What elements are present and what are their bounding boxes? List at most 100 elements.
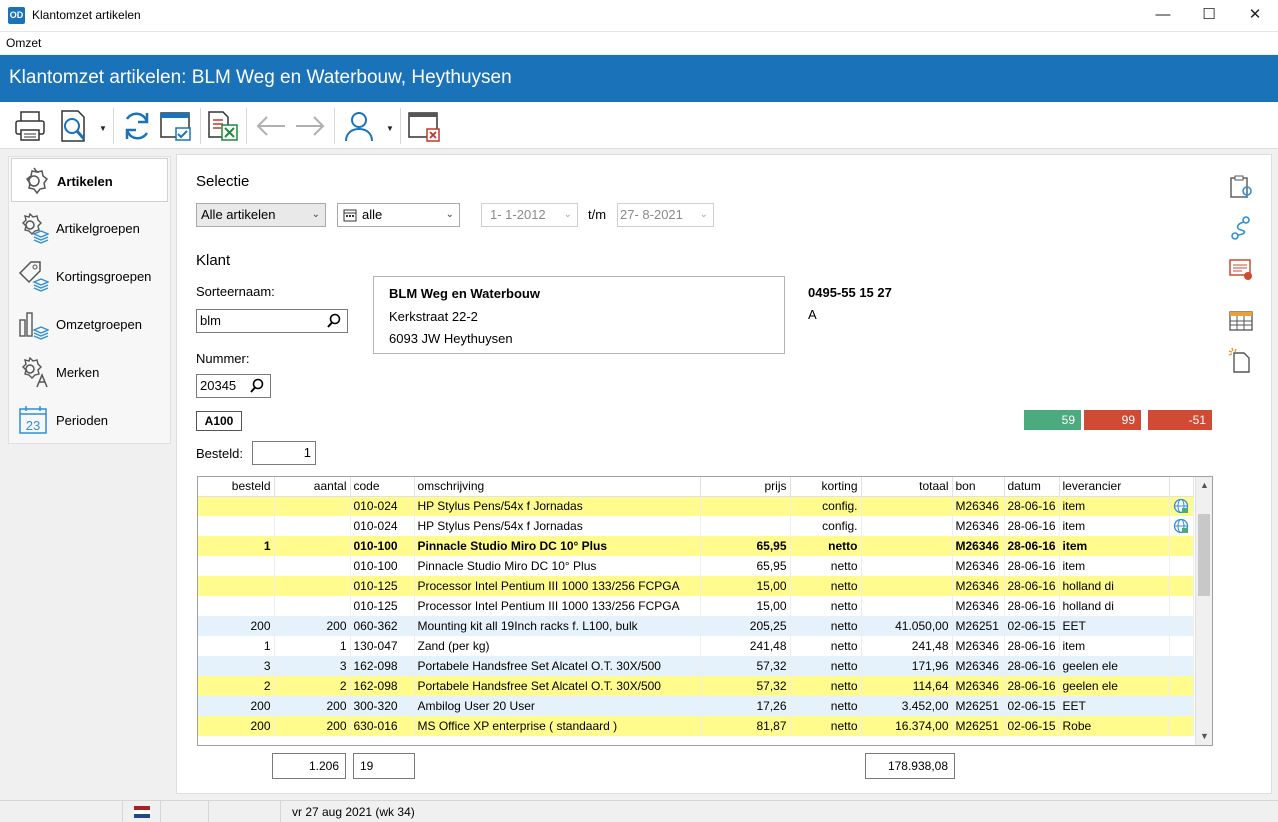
table-row[interactable]: 200 200 060-362 Mounting kit all 19Inch rac…	[198, 616, 1194, 636]
toolbar-separator	[334, 108, 335, 144]
date-to-field[interactable]: 27- 8-2021 ⌄	[617, 203, 714, 227]
customer-tag: A100	[196, 411, 242, 431]
scroll-down-icon[interactable]: ▼	[1200, 731, 1209, 741]
table-row[interactable]: 010-024 HP Stylus Pens/54x f Jornadas conf…	[198, 496, 1194, 516]
table-row[interactable]: 3 3 162-098 Portabele Handsfree Set Alcatel…	[198, 656, 1194, 676]
search-icon[interactable]	[250, 378, 264, 394]
cell-code: 010-100	[350, 536, 415, 556]
cell-aantal: 1	[274, 636, 351, 656]
cell-prijs: 205,25	[700, 616, 791, 636]
table-row[interactable]: 2 2 162-098 Portabele Handsfree Set Alcatel…	[198, 676, 1194, 696]
cell-prijs: 65,95	[700, 536, 791, 556]
menu-omzet[interactable]: Omzet	[6, 36, 41, 50]
cell-leverancier: item	[1059, 556, 1170, 576]
besteld-input[interactable]: 1	[252, 441, 316, 465]
print-button[interactable]	[12, 108, 48, 144]
col-header-code[interactable]: code	[350, 477, 415, 497]
table-row[interactable]: 010-125 Processor Intel Pentium III 1000 …	[198, 596, 1194, 616]
message-icon[interactable]	[1228, 256, 1254, 282]
close-button[interactable]: ✕	[1232, 0, 1278, 32]
chevron-down-icon: ⌄	[445, 209, 454, 220]
search-icon[interactable]	[327, 313, 341, 329]
cell-leverancier: EET	[1059, 616, 1170, 636]
table-row[interactable]: 1 1 130-047 Zand (per kg) 241,48 netto 241,48 M…	[198, 636, 1194, 656]
cell-extra	[1169, 616, 1194, 636]
cell-code: 010-100	[350, 556, 415, 576]
cell-leverancier: holland di	[1059, 596, 1170, 616]
close-window-button[interactable]	[406, 108, 442, 144]
cell-totaal	[861, 556, 953, 576]
customer-button[interactable]	[341, 108, 377, 144]
table-row[interactable]: 1 010-100 Pinnacle Studio Miro DC 10° Plus…	[198, 536, 1194, 556]
table-scrollbar[interactable]: ▲ ▼	[1195, 477, 1212, 745]
globe-icon[interactable]	[1173, 498, 1189, 514]
print-preview-button[interactable]	[56, 108, 92, 144]
cell-besteld: 200	[198, 616, 275, 636]
clipboard-location-icon[interactable]	[1228, 174, 1254, 200]
table-row[interactable]: 010-100 Pinnacle Studio Miro DC 10° Plus 6…	[198, 556, 1194, 576]
col-header-korting[interactable]: korting	[790, 477, 862, 497]
col-header-leverancier[interactable]: leverancier	[1059, 477, 1170, 497]
sidebar-item-perioden[interactable]: 23 Perioden	[11, 398, 168, 442]
klant-heading: Klant	[196, 252, 231, 269]
spreadsheet-icon[interactable]	[1228, 308, 1254, 334]
window-check-icon	[160, 112, 191, 141]
refresh-button[interactable]	[119, 108, 155, 144]
globe-icon[interactable]	[1173, 518, 1189, 534]
customer-street: Kerkstraat 22-2	[389, 309, 478, 324]
cell-korting: netto	[790, 696, 862, 716]
cell-extra	[1169, 676, 1194, 696]
scroll-up-icon[interactable]: ▲	[1200, 480, 1209, 490]
cell-totaal	[861, 516, 953, 536]
cell-totaal	[861, 536, 953, 556]
status-date: vr 27 aug 2021 (wk 34)	[292, 805, 415, 819]
cell-korting: netto	[790, 536, 862, 556]
customer-phone: 0495-55 15 27	[808, 285, 892, 300]
route-icon[interactable]	[1228, 215, 1254, 241]
total-aantal: 1.206	[272, 753, 346, 779]
maximize-button[interactable]: ☐	[1186, 0, 1232, 32]
previous-button[interactable]	[253, 108, 289, 144]
select-window-button[interactable]	[158, 108, 194, 144]
col-header-besteld[interactable]: besteld	[198, 477, 275, 497]
cell-bon: M26346	[952, 516, 1005, 536]
chevron-down-icon[interactable]: ▼	[386, 124, 394, 133]
table-row[interactable]: 200 200 300-320 Ambilog User 20 User 17,26 ne…	[198, 696, 1194, 716]
scrollbar-thumb[interactable]	[1198, 514, 1210, 596]
cell-omschrijving: Portabele Handsfree Set Alcatel O.T. 30X…	[414, 676, 701, 696]
next-button[interactable]	[292, 108, 328, 144]
sidebar-item-omzetgroepen[interactable]: Omzetgroepen	[11, 302, 168, 346]
chevron-down-icon[interactable]: ▼	[99, 124, 107, 133]
cell-datum: 28-06-16	[1004, 496, 1060, 516]
sidebar-item-artikelen[interactable]: Artikelen	[11, 158, 168, 202]
table-row[interactable]: 010-125 Processor Intel Pentium III 1000 …	[198, 576, 1194, 596]
table-row[interactable]: 010-024 HP Stylus Pens/54x f Jornadas conf…	[198, 516, 1194, 536]
col-header-totaal[interactable]: totaal	[861, 477, 953, 497]
cell-bon: M26346	[952, 556, 1005, 576]
menu-bar: Omzet	[0, 32, 1278, 54]
nummer-input[interactable]: 20345	[196, 374, 271, 398]
sorteernaam-input[interactable]: blm	[196, 309, 348, 333]
new-document-icon[interactable]	[1228, 347, 1254, 373]
cell-bon: M26346	[952, 596, 1005, 616]
date-from-field[interactable]: 1- 1-2012 ⌄	[481, 203, 578, 227]
table-row[interactable]: 200 200 630-016 MS Office XP enterprise ( s…	[198, 716, 1194, 736]
sidebar-item-kortingsgroepen[interactable]: Kortingsgroepen	[11, 254, 168, 298]
col-header-aantal[interactable]: aantal	[274, 477, 351, 497]
col-header-bon[interactable]: bon	[952, 477, 1005, 497]
articles-select[interactable]: Alle artikelen ⌄	[196, 203, 326, 227]
sorteernaam-label: Sorteernaam:	[196, 284, 275, 299]
sidebar-item-merken[interactable]: Merken	[11, 350, 168, 394]
period-select[interactable]: alle ⌄	[337, 203, 460, 227]
cell-totaal: 16.374,00	[861, 716, 953, 736]
col-header-datum[interactable]: datum	[1004, 477, 1060, 497]
cell-datum: 02-06-15	[1004, 696, 1060, 716]
col-header-omschrijving[interactable]: omschrijving	[414, 477, 701, 497]
minimize-button[interactable]: —	[1140, 0, 1186, 32]
export-excel-button[interactable]	[205, 108, 241, 144]
sidebar-item-artikelgroepen[interactable]: Artikelgroepen	[11, 206, 168, 250]
cell-korting: config.	[790, 496, 862, 516]
cell-prijs: 17,26	[700, 696, 791, 716]
articles-table: besteld aantal code omschrijving prijs k…	[197, 476, 1213, 746]
col-header-prijs[interactable]: prijs	[700, 477, 791, 497]
